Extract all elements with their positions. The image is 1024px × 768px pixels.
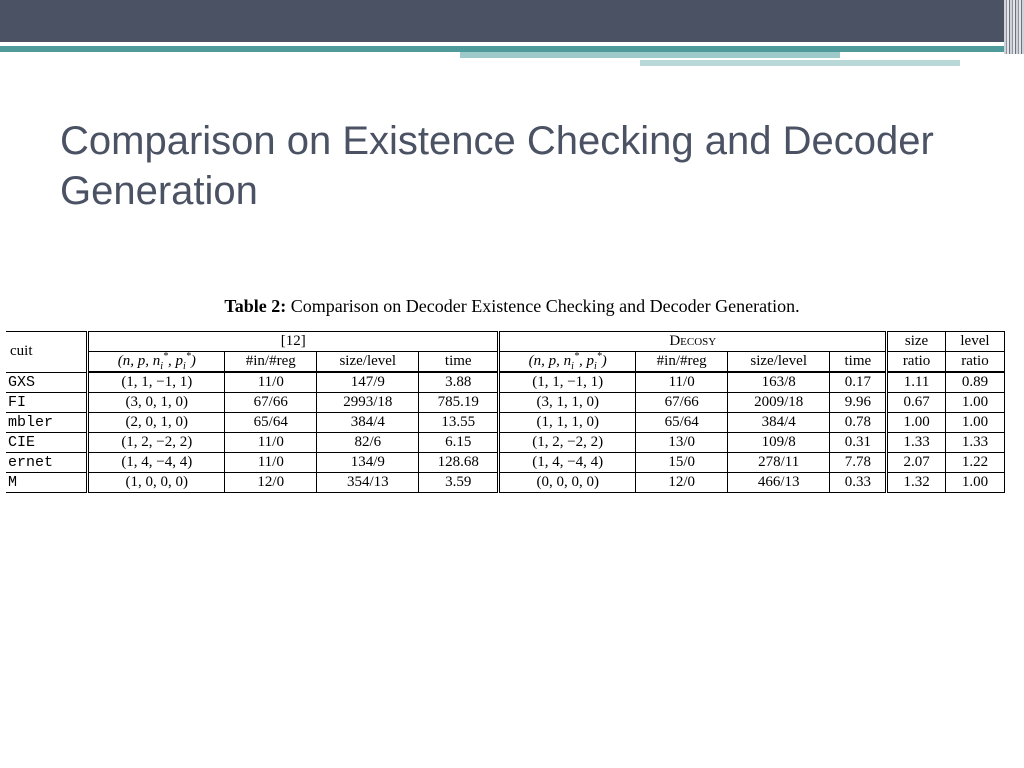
table-caption: Table 2: Comparison on Decoder Existence…: [6, 296, 1018, 317]
col-sizelevel-decosy: size/level: [728, 352, 830, 373]
cell-time-decosy: 7.78: [830, 453, 887, 473]
cell-params-12: (3, 0, 1, 0): [88, 393, 225, 413]
cell-sizeratio: 2.07: [887, 453, 945, 473]
cell-time-decosy: 0.17: [830, 372, 887, 393]
table-row: FI(3, 0, 1, 0)67/662993/18785.19(3, 1, 1…: [6, 393, 1018, 413]
spine-graphic: [1004, 0, 1024, 54]
cell-sizelevel-decosy: 2009/18: [728, 393, 830, 413]
table-row: ernet(1, 4, −4, 4)11/0134/9128.68(1, 4, …: [6, 453, 1018, 473]
cell-sizeratio: 1.11: [887, 372, 945, 393]
col-group-12: [12]: [88, 332, 499, 352]
cell-sizelevel-12: 2993/18: [317, 393, 419, 413]
caption-text: Comparison on Decoder Existence Checking…: [286, 296, 799, 316]
col-params-decosy: (n, p, ni*, pi*): [499, 352, 636, 373]
cell-circuit: GXS: [6, 372, 88, 393]
cell-sizelevel-12: 134/9: [317, 453, 419, 473]
cell-time-12: 6.15: [419, 433, 499, 453]
cell-inreg-decosy: 65/64: [636, 413, 728, 433]
cell-inreg-12: 11/0: [225, 372, 317, 393]
cell-inreg-12: 11/0: [225, 433, 317, 453]
cell-inreg-12: 12/0: [225, 473, 317, 493]
cell-params-decosy: (1, 2, −2, 2): [499, 433, 636, 453]
table-container: Table 2: Comparison on Decoder Existence…: [0, 296, 1024, 493]
cell-time-decosy: 9.96: [830, 393, 887, 413]
col-time-12: time: [419, 352, 499, 373]
cell-circuit: mbler: [6, 413, 88, 433]
cell-sizelevel-12: 82/6: [317, 433, 419, 453]
cell-params-decosy: (1, 1, 1, 0): [499, 413, 636, 433]
cell-time-decosy: 0.31: [830, 433, 887, 453]
cell-time-12: 13.55: [419, 413, 499, 433]
col-sizeratio-a: size: [887, 332, 945, 352]
cell-circuit: M: [6, 473, 88, 493]
cell-time-12: 3.59: [419, 473, 499, 493]
cell-levelratio: 1.00: [945, 393, 1004, 413]
teal-accents: [0, 52, 1024, 66]
cell-sizeratio: 0.67: [887, 393, 945, 413]
col-group-decosy: Decosy: [499, 332, 887, 352]
cell-levelratio: 1.33: [945, 433, 1004, 453]
cell-params-decosy: (0, 0, 0, 0): [499, 473, 636, 493]
cell-inreg-12: 65/64: [225, 413, 317, 433]
cell-time-decosy: 0.78: [830, 413, 887, 433]
cell-sizelevel-12: 384/4: [317, 413, 419, 433]
col-levelratio-a: level: [945, 332, 1004, 352]
cell-time-12: 3.88: [419, 372, 499, 393]
slide-title: Comparison on Existence Checking and Dec…: [60, 116, 964, 216]
table-row: GXS(1, 1, −1, 1)11/0147/93.88(1, 1, −1, …: [6, 372, 1018, 393]
cell-inreg-12: 11/0: [225, 453, 317, 473]
comparison-table: cuit [12] Decosy size level (n, p, ni*, …: [6, 331, 1018, 493]
col-circuit: cuit: [6, 332, 88, 373]
cell-circuit: FI: [6, 393, 88, 413]
cell-sizelevel-decosy: 163/8: [728, 372, 830, 393]
cell-params-decosy: (3, 1, 1, 0): [499, 393, 636, 413]
cell-sizelevel-12: 147/9: [317, 372, 419, 393]
cell-sizelevel-12: 354/13: [317, 473, 419, 493]
cell-inreg-decosy: 12/0: [636, 473, 728, 493]
cell-sizeratio: 1.32: [887, 473, 945, 493]
cell-sizelevel-decosy: 278/11: [728, 453, 830, 473]
cell-params-decosy: (1, 4, −4, 4): [499, 453, 636, 473]
col-time-decosy: time: [830, 352, 887, 373]
cell-inreg-decosy: 13/0: [636, 433, 728, 453]
cell-params-decosy: (1, 1, −1, 1): [499, 372, 636, 393]
cell-inreg-decosy: 11/0: [636, 372, 728, 393]
header-band: [0, 0, 1024, 42]
cell-sizelevel-decosy: 384/4: [728, 413, 830, 433]
col-params-12: (n, p, ni*, pi*): [88, 352, 225, 373]
cell-inreg-decosy: 67/66: [636, 393, 728, 413]
cell-params-12: (1, 2, −2, 2): [88, 433, 225, 453]
cell-time-decosy: 0.33: [830, 473, 887, 493]
cell-inreg-12: 67/66: [225, 393, 317, 413]
cell-sizeratio: 1.00: [887, 413, 945, 433]
col-inreg-decosy: #in/#reg: [636, 352, 728, 373]
cell-sizelevel-decosy: 466/13: [728, 473, 830, 493]
cell-sizelevel-decosy: 109/8: [728, 433, 830, 453]
cell-params-12: (1, 1, −1, 1): [88, 372, 225, 393]
table-row: mbler(2, 0, 1, 0)65/64384/413.55(1, 1, 1…: [6, 413, 1018, 433]
cell-circuit: CIE: [6, 433, 88, 453]
cell-levelratio: 1.00: [945, 413, 1004, 433]
col-sizeratio-b: ratio: [887, 352, 945, 373]
cell-inreg-decosy: 15/0: [636, 453, 728, 473]
cell-sizeratio: 1.33: [887, 433, 945, 453]
cell-circuit: ernet: [6, 453, 88, 473]
table-row: CIE(1, 2, −2, 2)11/082/66.15(1, 2, −2, 2…: [6, 433, 1018, 453]
cell-levelratio: 0.89: [945, 372, 1004, 393]
col-levelratio-b: ratio: [945, 352, 1004, 373]
cell-time-12: 128.68: [419, 453, 499, 473]
cell-time-12: 785.19: [419, 393, 499, 413]
header-sub-row: (n, p, ni*, pi*) #in/#reg size/level tim…: [6, 352, 1018, 373]
header-group-row: cuit [12] Decosy size level: [6, 332, 1018, 352]
cell-params-12: (2, 0, 1, 0): [88, 413, 225, 433]
table-body: GXS(1, 1, −1, 1)11/0147/93.88(1, 1, −1, …: [6, 372, 1018, 493]
table-row: M(1, 0, 0, 0)12/0354/133.59(0, 0, 0, 0)1…: [6, 473, 1018, 493]
col-sizelevel-12: size/level: [317, 352, 419, 373]
caption-label: Table 2:: [224, 296, 286, 316]
col-inreg-12: #in/#reg: [225, 352, 317, 373]
cell-levelratio: 1.00: [945, 473, 1004, 493]
cell-params-12: (1, 4, −4, 4): [88, 453, 225, 473]
cell-params-12: (1, 0, 0, 0): [88, 473, 225, 493]
cell-levelratio: 1.22: [945, 453, 1004, 473]
